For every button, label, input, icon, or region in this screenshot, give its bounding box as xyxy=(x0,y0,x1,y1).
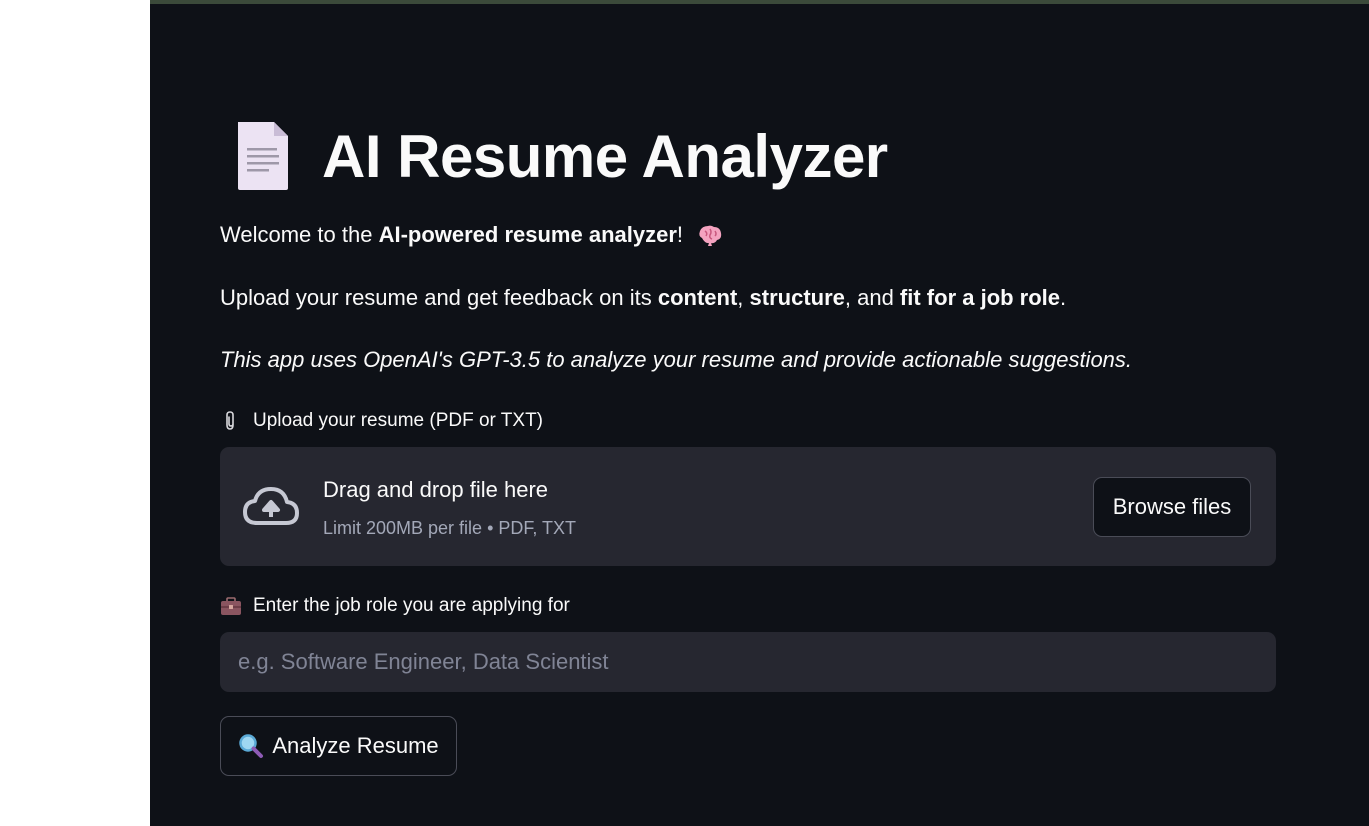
welcome-prefix: Welcome to the xyxy=(220,222,379,247)
job-role-label: Enter the job role you are applying for xyxy=(220,595,570,617)
openai-note: This app uses OpenAI's GPT-3.5 to analyz… xyxy=(220,347,1133,372)
title-row: AI Resume Analyzer xyxy=(234,118,888,194)
browse-files-button[interactable]: Browse files xyxy=(1093,477,1251,537)
upload-label-text: Upload your resume (PDF or TXT) xyxy=(253,410,544,431)
job-role-label-text: Enter the job role you are applying for xyxy=(253,595,570,616)
left-margin xyxy=(0,0,150,826)
upload-desc-prefix: Upload your resume and get feedback on i… xyxy=(220,285,658,310)
dropzone-title: Drag and drop file here xyxy=(323,477,549,502)
brain-icon xyxy=(699,225,722,246)
welcome-suffix: ! xyxy=(676,222,684,247)
page-title: AI Resume Analyzer xyxy=(322,122,888,190)
upload-label: Upload your resume (PDF or TXT) xyxy=(220,410,543,432)
upload-desc-fit: fit for a job role xyxy=(899,285,1061,310)
analyze-button-label: Analyze Resume xyxy=(272,733,439,758)
upload-desc-structure: structure xyxy=(749,285,845,310)
cloud-upload-icon xyxy=(243,487,299,525)
dropzone-limit: Limit 200MB per file • PDF, TXT xyxy=(323,518,577,538)
upload-desc-suffix: . xyxy=(1060,285,1067,310)
app-main: AI Resume Analyzer Welcome to the AI-pow… xyxy=(150,0,1369,826)
magnifier-icon xyxy=(239,734,264,758)
upload-description: Upload your resume and get feedback on i… xyxy=(220,285,1066,311)
upload-desc-sep-1: , xyxy=(737,285,750,310)
analyze-resume-button[interactable]: Analyze Resume xyxy=(220,716,457,776)
page-document-icon xyxy=(238,122,288,190)
welcome-bold: AI-powered resume analyzer xyxy=(378,222,677,247)
welcome-text: Welcome to the AI-powered resume analyze… xyxy=(220,222,723,248)
paperclip-icon xyxy=(226,411,234,430)
upload-desc-content: content xyxy=(657,285,738,310)
briefcase-icon xyxy=(221,597,241,615)
file-dropzone[interactable]: Drag and drop file here Limit 200MB per … xyxy=(220,447,1276,566)
upload-desc-sep-2: , and xyxy=(844,285,900,310)
top-decoration-bar xyxy=(150,0,1369,4)
job-role-input[interactable] xyxy=(220,632,1276,692)
